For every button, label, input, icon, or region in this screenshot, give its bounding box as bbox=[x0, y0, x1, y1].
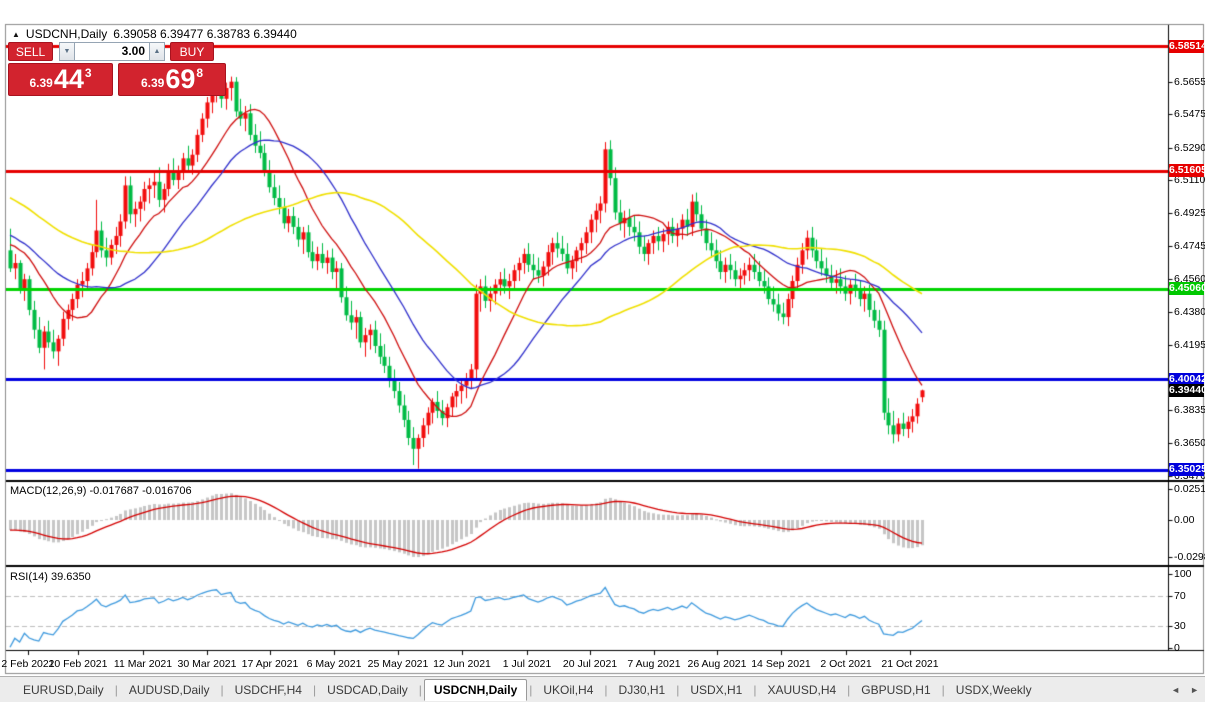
sell-price-prefix: 6.39 bbox=[29, 76, 52, 90]
tab-scroll-left-icon[interactable]: ◄ bbox=[1171, 685, 1180, 695]
rsi-axis-tick: 30 bbox=[1174, 620, 1186, 632]
tab-divider: | bbox=[845, 683, 852, 697]
date-axis-label: 21 Oct 2021 bbox=[881, 658, 938, 670]
tab-divider: | bbox=[219, 683, 226, 697]
chart-tab-bar: EURUSD,Daily|AUDUSD,Daily|USDCHF,H4|USDC… bbox=[0, 676, 1205, 702]
tab-divider: | bbox=[940, 683, 947, 697]
spinner-down-icon: ▼ bbox=[64, 48, 71, 55]
macd-indicator-label: MACD(12,26,9) -0.017687 -0.016706 bbox=[10, 485, 192, 497]
date-axis-label: 7 Aug 2021 bbox=[627, 658, 680, 670]
date-axis-label: 6 May 2021 bbox=[307, 658, 362, 670]
chart-tab-eurusd-daily[interactable]: EURUSD,Daily bbox=[14, 680, 113, 700]
tab-divider: | bbox=[602, 683, 609, 697]
chart-tab-usdx-weekly[interactable]: USDX,Weekly bbox=[947, 680, 1041, 700]
date-axis-label: 14 Sep 2021 bbox=[751, 658, 811, 670]
sell-price-pip: 3 bbox=[85, 66, 92, 80]
volume-input[interactable]: 3.00 bbox=[75, 42, 149, 61]
rsi-axis-tick: 70 bbox=[1174, 590, 1186, 602]
date-axis-label: 20 Jul 2021 bbox=[563, 658, 617, 670]
date-axis-label: 11 Mar 2021 bbox=[114, 658, 172, 670]
price-level-tag: 6.35025 bbox=[1169, 463, 1204, 476]
chart-canvas[interactable] bbox=[0, 0, 1205, 676]
chart-tabs: EURUSD,Daily|AUDUSD,Daily|USDCHF,H4|USDC… bbox=[14, 679, 1041, 701]
date-axis-label: 17 Apr 2021 bbox=[242, 658, 299, 670]
collapse-triangle-icon[interactable]: ▲ bbox=[12, 30, 20, 39]
price-level-tag: 6.39440 bbox=[1169, 384, 1204, 397]
sell-price-button[interactable]: 6.39 44 3 bbox=[8, 63, 113, 96]
price-axis-tick: 6.56550 bbox=[1174, 76, 1205, 88]
chart-tab-usdcad-daily[interactable]: USDCAD,Daily bbox=[318, 680, 417, 700]
trading-platform-window: 5M30H1H4D1W1MN ▲ USDCNH,Daily 6.39058 6.… bbox=[0, 0, 1205, 702]
date-axis-label: 2 Oct 2021 bbox=[820, 658, 871, 670]
rsi-axis-tick: 0 bbox=[1174, 642, 1180, 654]
rsi-indicator-label: RSI(14) 39.6350 bbox=[10, 571, 91, 583]
buy-price-button[interactable]: 6.39 69 8 bbox=[118, 63, 226, 96]
macd-axis-tick: 0.025108 bbox=[1174, 483, 1205, 495]
sell-price-main: 44 bbox=[54, 65, 84, 94]
tab-divider: | bbox=[674, 683, 681, 697]
price-axis-tick: 6.38350 bbox=[1174, 404, 1205, 416]
price-axis-tick: 6.41950 bbox=[1174, 339, 1205, 351]
rsi-axis-tick: 100 bbox=[1174, 568, 1192, 580]
price-level-tag: 6.51605 bbox=[1169, 164, 1204, 177]
tab-scroll-right-icon[interactable]: ► bbox=[1190, 685, 1199, 695]
macd-axis-tick: 0.00 bbox=[1174, 514, 1194, 526]
tab-divider: | bbox=[417, 683, 424, 697]
tab-divider: | bbox=[751, 683, 758, 697]
macd-axis-tick: -0.02988 bbox=[1174, 551, 1205, 563]
trade-prices-row: 6.39 44 3 6.39 69 8 bbox=[8, 63, 226, 96]
one-click-trading-panel: SELL ▼ 3.00 ▲ BUY 6.39 44 3 6.39 69 8 bbox=[8, 42, 226, 96]
price-axis-tick: 6.43800 bbox=[1174, 306, 1205, 318]
buy-button[interactable]: BUY bbox=[170, 42, 214, 61]
tab-divider: | bbox=[113, 683, 120, 697]
tab-divider: | bbox=[311, 683, 318, 697]
chart-symbol-period: USDCNH,Daily bbox=[26, 27, 107, 41]
date-axis-label: 2 Feb 2021 bbox=[1, 658, 54, 670]
volume-decrease-button[interactable]: ▼ bbox=[59, 42, 75, 61]
tab-divider: | bbox=[527, 683, 534, 697]
chart-tab-xauusd-h4[interactable]: XAUUSD,H4 bbox=[758, 680, 845, 700]
date-axis-label: 1 Jul 2021 bbox=[503, 658, 551, 670]
date-axis-label: 30 Mar 2021 bbox=[178, 658, 237, 670]
price-axis-tick: 6.54750 bbox=[1174, 108, 1205, 120]
chart-tab-gbpusd-h1[interactable]: GBPUSD,H1 bbox=[852, 680, 939, 700]
chart-title: ▲ USDCNH,Daily 6.39058 6.39477 6.38783 6… bbox=[12, 27, 297, 41]
volume-increase-button[interactable]: ▲ bbox=[149, 42, 165, 61]
price-axis-tick: 6.47450 bbox=[1174, 240, 1205, 252]
chart-tab-audusd-daily[interactable]: AUDUSD,Daily bbox=[120, 680, 219, 700]
price-axis-tick: 6.36500 bbox=[1174, 437, 1205, 449]
price-axis-tick: 6.49250 bbox=[1174, 207, 1205, 219]
price-axis-tick: 6.52900 bbox=[1174, 142, 1205, 154]
date-axis-label: 12 Jun 2021 bbox=[433, 658, 491, 670]
buy-price-main: 69 bbox=[165, 65, 195, 94]
date-axis-label: 25 May 2021 bbox=[368, 658, 429, 670]
date-axis-label: 26 Aug 2021 bbox=[688, 658, 747, 670]
chart-tab-ukoil-h4[interactable]: UKOil,H4 bbox=[534, 680, 602, 700]
tab-scroll-arrows: ◄ ► bbox=[1171, 677, 1199, 702]
trade-controls-row: SELL ▼ 3.00 ▲ BUY bbox=[8, 42, 226, 61]
price-level-tag: 6.58514 bbox=[1169, 40, 1204, 53]
buy-price-pip: 8 bbox=[196, 66, 203, 80]
sell-button[interactable]: SELL bbox=[8, 42, 53, 61]
chart-ohlc-values: 6.39058 6.39477 6.38783 6.39440 bbox=[113, 27, 297, 41]
date-axis-label: 20 Feb 2021 bbox=[49, 658, 108, 670]
buy-price-prefix: 6.39 bbox=[141, 76, 164, 90]
chart-tab-usdcnh-daily[interactable]: USDCNH,Daily bbox=[424, 679, 527, 701]
chart-tab-dj30-h1[interactable]: DJ30,H1 bbox=[610, 680, 675, 700]
price-level-tag: 6.45060 bbox=[1169, 282, 1204, 295]
chart-tab-usdx-h1[interactable]: USDX,H1 bbox=[681, 680, 751, 700]
chart-tab-usdchf-h4[interactable]: USDCHF,H4 bbox=[226, 680, 311, 700]
spinner-up-icon: ▲ bbox=[154, 48, 161, 55]
